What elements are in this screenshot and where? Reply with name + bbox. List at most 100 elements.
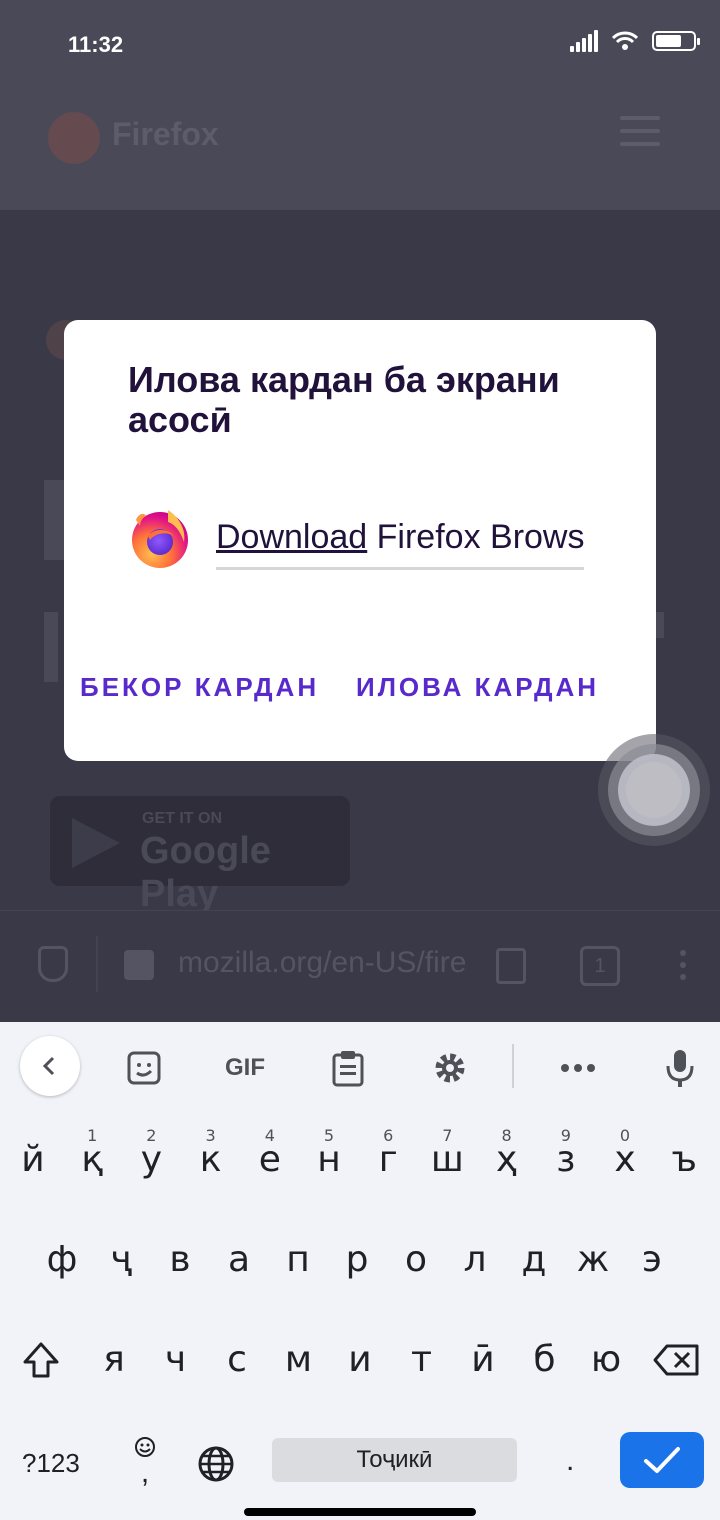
key-label: с: [227, 1339, 247, 1380]
key-label: э: [642, 1239, 662, 1280]
firefox-app-icon: [132, 510, 188, 568]
key-label: г: [378, 1139, 398, 1180]
key-и[interactable]: и: [331, 1310, 389, 1410]
key-я[interactable]: я: [85, 1310, 143, 1410]
key-з[interactable]: 9з: [537, 1110, 595, 1210]
key-д[interactable]: д: [505, 1210, 563, 1310]
key-label: п: [286, 1239, 310, 1280]
keyboard-toolbar: GIF: [0, 1022, 720, 1110]
reader-view-icon: [496, 948, 526, 984]
symbols-key[interactable]: ?123: [22, 1448, 80, 1479]
key-е[interactable]: 4е: [241, 1110, 299, 1210]
emoji-comma-key[interactable]: ,: [130, 1436, 160, 1489]
comma-label: ,: [140, 1456, 150, 1489]
key-н[interactable]: 5н: [300, 1110, 358, 1210]
key-hint-number: 1: [87, 1126, 98, 1145]
key-label: о: [404, 1239, 428, 1280]
key-қ[interactable]: 1қ: [63, 1110, 121, 1210]
badge-small-text: GET IT ON: [142, 810, 222, 827]
key-label: й: [21, 1139, 45, 1180]
toolbar-separator: [512, 1044, 514, 1088]
text-fragment: [44, 612, 58, 682]
play-store-icon: [72, 818, 120, 868]
key-у[interactable]: 2у: [122, 1110, 180, 1210]
key-label: н: [317, 1139, 341, 1180]
key-г[interactable]: 6г: [359, 1110, 417, 1210]
backspace-key[interactable]: [646, 1310, 706, 1410]
key-ш[interactable]: 7ш: [418, 1110, 476, 1210]
settings-gear-icon[interactable]: [430, 1048, 470, 1088]
enter-key[interactable]: [620, 1432, 704, 1488]
key-ӣ[interactable]: ӣ: [454, 1310, 512, 1410]
key-а[interactable]: а: [210, 1210, 268, 1310]
key-label: қ: [81, 1139, 104, 1180]
key-й[interactable]: й: [4, 1110, 62, 1210]
key-с[interactable]: с: [208, 1310, 266, 1410]
key-label: з: [556, 1139, 576, 1180]
microphone-icon[interactable]: [660, 1048, 700, 1088]
key-м[interactable]: м: [270, 1310, 328, 1410]
shift-icon: [23, 1342, 59, 1378]
key-label: ж: [576, 1239, 610, 1280]
key-ю[interactable]: ю: [577, 1310, 635, 1410]
add-button[interactable]: ИЛОВА КАРДАН: [356, 672, 599, 703]
status-icons: [570, 30, 700, 52]
key-row-bottom: ?123 , Тоҷикӣ .: [0, 1420, 720, 1520]
toolbar-divider: [96, 936, 98, 992]
key-ч[interactable]: ч: [147, 1310, 205, 1410]
badge-big-text: Google Play: [140, 830, 271, 915]
status-time: 11:32: [68, 32, 124, 57]
input-rest-text: Firefox Browser: [376, 518, 584, 556]
key-п[interactable]: п: [269, 1210, 327, 1310]
site-header: [0, 90, 720, 210]
key-label: и: [348, 1339, 372, 1380]
key-ҷ[interactable]: ҷ: [92, 1210, 150, 1310]
shift-key[interactable]: [12, 1310, 70, 1410]
key-label: у: [140, 1139, 163, 1180]
period-key[interactable]: .: [566, 1444, 574, 1478]
key-hint-number: 9: [560, 1126, 571, 1145]
back-button[interactable]: [20, 1036, 80, 1096]
battery-fill: [656, 35, 682, 47]
key-hint-number: 2: [146, 1126, 157, 1145]
cancel-button[interactable]: БЕКОР КАРДАН: [80, 672, 319, 703]
key-label: ҳ: [495, 1139, 518, 1180]
key-в[interactable]: в: [151, 1210, 209, 1310]
key-л[interactable]: л: [446, 1210, 504, 1310]
key-р[interactable]: р: [328, 1210, 386, 1310]
key-label: ю: [590, 1339, 622, 1380]
gif-button[interactable]: GIF: [220, 1048, 270, 1088]
key-ъ[interactable]: ъ: [655, 1110, 713, 1210]
key-label: в: [169, 1239, 191, 1280]
assistive-touch-button[interactable]: [598, 734, 710, 846]
key-к[interactable]: 3к: [182, 1110, 240, 1210]
shield-icon: [38, 946, 68, 982]
shortcut-name-input[interactable]: Download Firefox Browser: [216, 518, 584, 570]
key-ҳ[interactable]: 8ҳ: [478, 1110, 536, 1210]
key-label: т: [411, 1339, 432, 1380]
key-label: л: [463, 1239, 487, 1280]
key-б[interactable]: б: [516, 1310, 574, 1410]
site-name: Firefox: [112, 116, 219, 152]
space-key[interactable]: Тоҷикӣ: [272, 1438, 517, 1482]
key-т[interactable]: т: [393, 1310, 451, 1410]
more-options-icon[interactable]: [558, 1048, 598, 1088]
globe-icon[interactable]: [196, 1444, 236, 1484]
key-ж[interactable]: ж: [564, 1210, 622, 1310]
emoji-icon: [135, 1437, 155, 1457]
key-о[interactable]: о: [387, 1210, 445, 1310]
key-ф[interactable]: ф: [33, 1210, 91, 1310]
key-hint-number: 0: [619, 1126, 631, 1145]
sticker-icon[interactable]: [124, 1048, 164, 1088]
key-х[interactable]: 0х: [596, 1110, 654, 1210]
key-label: ӣ: [471, 1339, 495, 1380]
key-label: ф: [46, 1239, 78, 1280]
key-label: ҷ: [110, 1239, 132, 1280]
key-э[interactable]: э: [623, 1210, 681, 1310]
key-hint-number: 5: [323, 1126, 335, 1145]
input-underlined-text: Download: [216, 518, 368, 556]
key-row-1: й1қ2у3к4е5н6г7ш8ҳ9з0хъ: [0, 1110, 720, 1210]
backspace-icon: [653, 1344, 699, 1376]
overflow-menu-icon: [680, 950, 686, 980]
clipboard-icon[interactable]: [328, 1048, 368, 1088]
